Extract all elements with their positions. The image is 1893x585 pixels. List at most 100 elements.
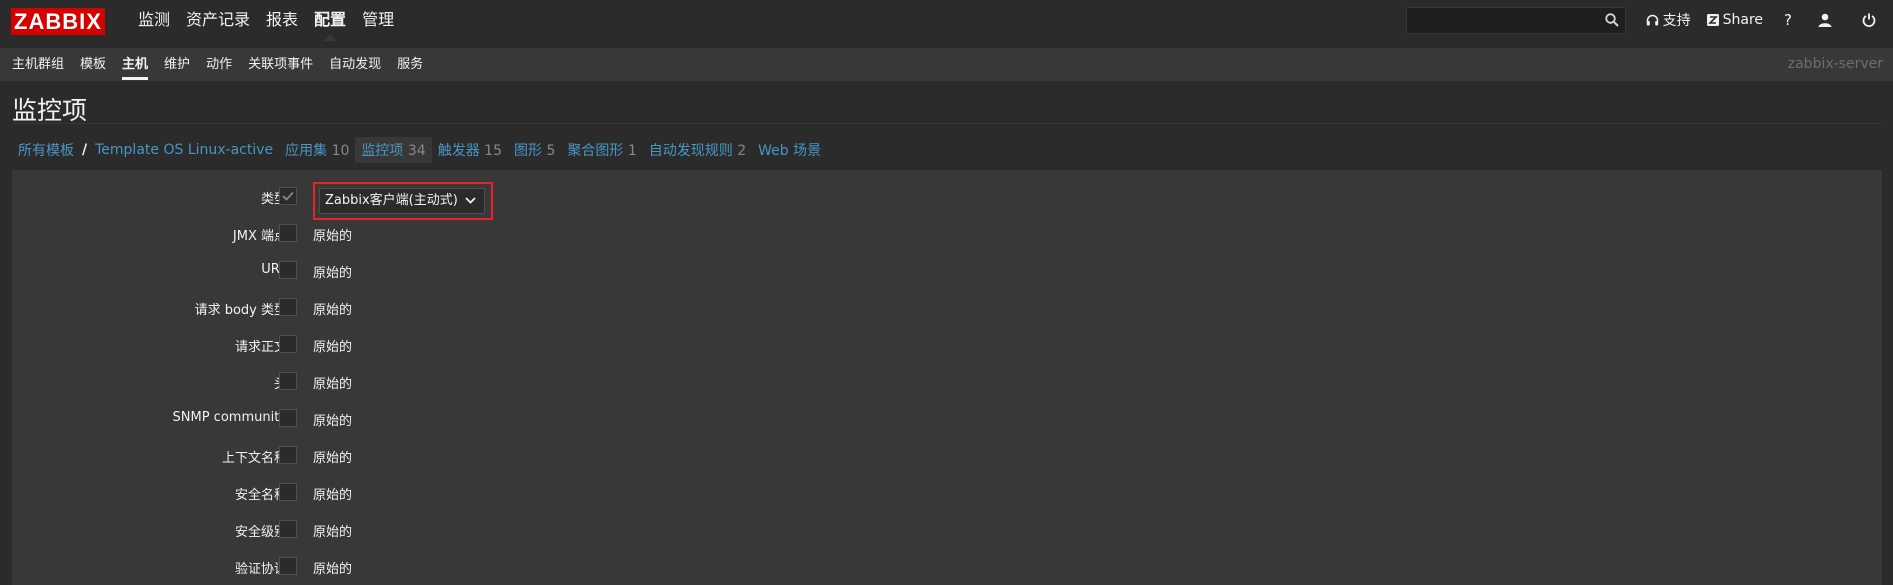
field-label: 上下文名称: [221, 451, 287, 466]
field-value: 原始的: [313, 414, 353, 429]
sub-menu: 主机群组 模板 主机 维护 动作 关联项事件 自动发现 服务: [0, 48, 1893, 81]
form-row: SNMP community 原始的: [12, 402, 1882, 433]
form-row: 上下文名称 原始的: [12, 439, 1882, 470]
signout-button[interactable]: [1849, 0, 1893, 40]
search-icon[interactable]: [1605, 13, 1619, 27]
share-label: Share: [1722, 12, 1764, 28]
tab-label: 监控项: [361, 143, 404, 159]
mass-update-form: 类型 Zabbix客户端(主动式) JMX 端点 原始的 URL 原始的 请求 …: [12, 170, 1882, 585]
field-value: 原始的: [313, 488, 353, 503]
tab-label: 图形: [513, 143, 542, 159]
field-value: 原始的: [313, 562, 353, 577]
main-menu-reports[interactable]: 报表: [258, 0, 306, 40]
form-row: 头 原始的: [12, 365, 1882, 396]
main-content: 监控项 所有模板 / Template OS Linux-active 应用集 …: [0, 81, 1893, 585]
checkmark-icon: [282, 191, 294, 201]
help-button[interactable]: ?: [1771, 0, 1805, 40]
type-select[interactable]: Zabbix客户端(主动式): [319, 188, 485, 214]
breadcrumb-separator: /: [82, 142, 88, 158]
tab-label: 自动发现规则: [648, 143, 733, 159]
tab-label: 应用集: [285, 143, 328, 159]
sub-menu-services[interactable]: 服务: [389, 48, 431, 81]
title-divider: [12, 123, 1882, 124]
form-row: 验证协议 原始的: [12, 550, 1882, 581]
tab-items[interactable]: 监控项 34: [355, 137, 432, 163]
field-checkbox[interactable]: [279, 520, 297, 538]
zabbix-logo[interactable]: ZABBIX: [11, 8, 105, 35]
tab-count: 15: [484, 143, 502, 159]
field-checkbox[interactable]: [279, 224, 297, 242]
tab-count: 34: [407, 143, 426, 159]
tab-web-scenarios[interactable]: Web 场景: [752, 137, 827, 163]
breadcrumb-template[interactable]: Template OS Linux-active: [89, 139, 279, 161]
field-value: 原始的: [313, 451, 353, 466]
field-value: 原始的: [313, 229, 353, 244]
support-label: 支持: [1662, 13, 1691, 29]
field-value: 原始的: [313, 340, 353, 355]
field-label: 请求 body 类型: [194, 303, 287, 318]
user-icon: [1818, 13, 1832, 27]
server-name: zabbix-server: [1787, 56, 1883, 72]
tab-triggers[interactable]: 触发器 15: [432, 137, 508, 163]
field-checkbox[interactable]: [279, 557, 297, 575]
tab-count: 1: [627, 143, 637, 159]
field-checkbox[interactable]: [279, 261, 297, 279]
breadcrumb-all-templates[interactable]: 所有模板: [12, 137, 80, 163]
field-value: 原始的: [313, 377, 353, 392]
chevron-down-icon: [465, 197, 476, 204]
share-icon: [1706, 14, 1719, 26]
field-checkbox[interactable]: [279, 483, 297, 501]
top-navigation-bar: ZABBIX 监测 资产记录 报表 配置 管理 支持 Share ?: [0, 0, 1893, 41]
field-label: SNMP community: [172, 410, 287, 425]
search-input[interactable]: [1406, 7, 1626, 34]
help-icon: ?: [1784, 11, 1792, 29]
form-row-type: 类型: [12, 180, 1882, 211]
field-checkbox[interactable]: [279, 335, 297, 353]
power-icon: [1862, 13, 1876, 27]
tab-count: 5: [546, 143, 556, 159]
field-value: 原始的: [313, 303, 353, 318]
profile-button[interactable]: [1805, 0, 1849, 40]
sub-menu-maintenance[interactable]: 维护: [156, 48, 198, 81]
field-value: 原始的: [313, 266, 353, 281]
sub-menu-templates[interactable]: 模板: [72, 48, 114, 81]
form-row: 安全名称 原始的: [12, 476, 1882, 507]
form-row: JMX 端点 原始的: [12, 217, 1882, 248]
sub-menu-discovery[interactable]: 自动发现: [321, 48, 389, 81]
support-link[interactable]: 支持: [1638, 0, 1699, 40]
field-checkbox[interactable]: [279, 446, 297, 464]
sub-menu-actions[interactable]: 动作: [198, 48, 240, 81]
form-row: 请求正文 原始的: [12, 328, 1882, 359]
main-menu-administration[interactable]: 管理: [354, 0, 402, 40]
tab-count: 2: [737, 143, 747, 159]
tab-screens[interactable]: 聚合图形 1: [561, 137, 642, 163]
tab-applications[interactable]: 应用集 10: [279, 137, 355, 163]
tab-discovery-rules[interactable]: 自动发现规则 2: [643, 137, 752, 163]
share-link[interactable]: Share: [1699, 0, 1771, 40]
field-checkbox[interactable]: [279, 372, 297, 390]
field-checkbox[interactable]: [279, 409, 297, 427]
tab-graphs[interactable]: 图形 5: [508, 137, 561, 163]
field-checkbox[interactable]: [279, 298, 297, 316]
sub-menu-event-correlation[interactable]: 关联项事件: [240, 48, 321, 81]
form-row: 请求 body 类型 原始的: [12, 291, 1882, 322]
sub-navigation-bar: 主机群组 模板 主机 维护 动作 关联项事件 自动发现 服务 zabbix-se…: [0, 48, 1893, 81]
form-row: URL 原始的: [12, 254, 1882, 285]
tab-count: 10: [331, 143, 350, 159]
main-menu-configuration[interactable]: 配置: [306, 0, 354, 41]
main-menu: 监测 资产记录 报表 配置 管理: [130, 0, 402, 41]
top-links: 支持 Share ?: [1638, 0, 1893, 40]
main-menu-inventory[interactable]: 资产记录: [178, 0, 258, 40]
breadcrumb: 所有模板 / Template OS Linux-active 应用集 10 监…: [12, 137, 827, 163]
type-select-value: Zabbix客户端(主动式): [325, 193, 458, 208]
type-checkbox[interactable]: [279, 187, 297, 205]
main-menu-monitoring[interactable]: 监测: [130, 0, 178, 40]
tab-label: 触发器: [437, 143, 480, 159]
headset-icon: [1646, 14, 1658, 25]
sub-menu-host-groups[interactable]: 主机群组: [4, 48, 72, 81]
highlight-box: Zabbix客户端(主动式): [313, 182, 493, 220]
field-value: 原始的: [313, 525, 353, 540]
tab-label: Web 场景: [758, 143, 822, 159]
tab-label: 聚合图形: [567, 143, 624, 159]
sub-menu-hosts[interactable]: 主机: [114, 48, 156, 81]
